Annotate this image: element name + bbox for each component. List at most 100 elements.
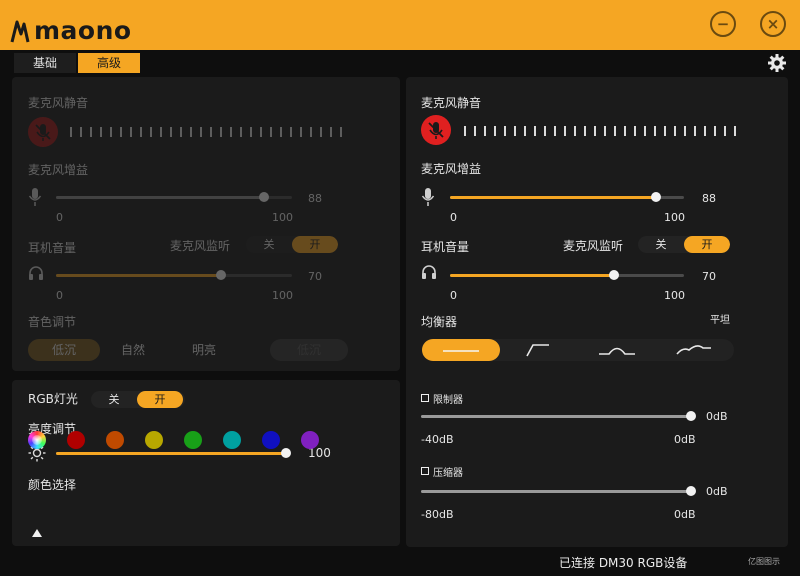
mic-monitor-toggle[interactable]: 关 开 bbox=[246, 236, 338, 253]
tone-adjust-label: 音色调节 bbox=[28, 315, 77, 329]
meter-tick bbox=[170, 127, 172, 137]
mic-mute-label: 麦克风静音 bbox=[28, 96, 89, 110]
meter-tick bbox=[664, 126, 666, 136]
close-button[interactable]: × bbox=[760, 11, 786, 37]
mic-muted-icon bbox=[428, 122, 444, 139]
compressor-value: 0dB bbox=[706, 485, 728, 498]
monitor-on[interactable]: 开 bbox=[684, 236, 730, 253]
mic-level-meter bbox=[464, 126, 736, 136]
meter-tick bbox=[474, 126, 476, 136]
meter-tick bbox=[320, 127, 322, 137]
headphone-volume-max: 100 bbox=[272, 289, 293, 302]
meter-tick bbox=[554, 126, 556, 136]
rgb-light-label: RGB灯光 bbox=[28, 392, 78, 406]
rgb-off[interactable]: 关 bbox=[91, 391, 137, 408]
maono-logo-icon bbox=[10, 20, 30, 43]
limiter-min: -40dB bbox=[421, 433, 454, 446]
watermark-text: 亿图图示 bbox=[748, 557, 780, 566]
mic-monitor-label: 麦克风监听 bbox=[170, 239, 231, 253]
tone-option-deep[interactable]: 低沉 bbox=[28, 339, 100, 361]
meter-tick bbox=[494, 126, 496, 136]
tone-selected-indicator[interactable]: 低沉 bbox=[270, 339, 348, 361]
meter-tick bbox=[100, 127, 102, 137]
selected-color-caret-icon bbox=[32, 529, 42, 537]
meter-tick bbox=[120, 127, 122, 137]
limiter-slider[interactable] bbox=[421, 411, 696, 421]
headphone-volume-slider[interactable] bbox=[450, 270, 684, 280]
monitor-off[interactable]: 关 bbox=[638, 236, 684, 253]
meter-tick bbox=[150, 127, 152, 137]
meter-tick bbox=[160, 127, 162, 137]
mic-monitor-toggle[interactable]: 关 开 bbox=[638, 236, 730, 253]
color-swatch[interactable] bbox=[106, 431, 124, 449]
mic-mute-button[interactable] bbox=[28, 117, 58, 147]
eq-preset-high-pass[interactable] bbox=[500, 339, 578, 361]
mic-mute-button[interactable] bbox=[421, 115, 451, 145]
headphone-volume-label: 耳机音量 bbox=[28, 241, 77, 255]
monitor-on[interactable]: 开 bbox=[292, 236, 338, 253]
meter-tick bbox=[70, 127, 72, 137]
limiter-checkbox[interactable] bbox=[421, 394, 429, 402]
meter-tick bbox=[340, 127, 342, 137]
settings-gear-icon[interactable] bbox=[767, 53, 787, 73]
meter-tick bbox=[694, 126, 696, 136]
meter-tick bbox=[140, 127, 142, 137]
meter-tick bbox=[634, 126, 636, 136]
microphone-icon bbox=[421, 188, 435, 206]
meter-tick bbox=[210, 127, 212, 137]
mode-tabs: 基础 高级 bbox=[14, 53, 140, 73]
limiter-max: 0dB bbox=[674, 433, 696, 446]
headphone-volume-min: 0 bbox=[450, 289, 457, 302]
mic-gain-max: 100 bbox=[664, 211, 685, 224]
compressor-label: 压缩器 bbox=[433, 468, 463, 479]
mic-level-meter bbox=[70, 127, 342, 137]
minimize-button[interactable]: − bbox=[710, 11, 736, 37]
mic-gain-label: 麦克风增益 bbox=[28, 163, 89, 177]
tone-option-natural[interactable]: 自然 bbox=[104, 339, 162, 361]
equalizer-presets bbox=[422, 339, 734, 361]
compressor-checkbox[interactable] bbox=[421, 467, 429, 475]
brightness-slider[interactable] bbox=[56, 448, 291, 458]
color-swatch[interactable] bbox=[223, 431, 241, 449]
tone-option-bright[interactable]: 明亮 bbox=[174, 339, 234, 361]
color-swatch[interactable] bbox=[301, 431, 319, 449]
meter-tick bbox=[574, 126, 576, 136]
meter-tick bbox=[624, 126, 626, 136]
mic-gain-min: 0 bbox=[56, 211, 63, 224]
equalizer-preset-name: 平坦 bbox=[710, 315, 730, 326]
limiter-value: 0dB bbox=[706, 410, 728, 423]
eq-preset-flat[interactable] bbox=[422, 339, 500, 361]
meter-tick bbox=[200, 127, 202, 137]
rgb-toggle[interactable]: 关 开 bbox=[91, 391, 185, 408]
tab-basic[interactable]: 基础 bbox=[14, 53, 76, 73]
color-swatch[interactable] bbox=[184, 431, 202, 449]
meter-tick bbox=[654, 126, 656, 136]
mic-gain-value: 88 bbox=[308, 192, 322, 205]
mic-monitor-label: 麦克风监听 bbox=[563, 239, 624, 253]
microphone-icon bbox=[28, 188, 42, 206]
meter-tick bbox=[280, 127, 282, 137]
mic-gain-value: 88 bbox=[702, 192, 716, 205]
tab-advanced[interactable]: 高级 bbox=[78, 53, 140, 73]
headphones-icon bbox=[422, 265, 436, 279]
color-swatch[interactable] bbox=[145, 431, 163, 449]
meter-tick bbox=[584, 126, 586, 136]
eq-preset-presence[interactable] bbox=[656, 339, 734, 361]
color-swatch[interactable] bbox=[67, 431, 85, 449]
eq-midboost-curve-icon bbox=[599, 347, 635, 355]
right-mic-panel: 麦克风静音 麦克风增益 88 0 100 耳机音量 麦克风监听 关 开 70 0… bbox=[406, 77, 788, 547]
meter-tick bbox=[734, 126, 736, 136]
headphone-volume-slider[interactable] bbox=[56, 270, 292, 280]
meter-tick bbox=[684, 126, 686, 136]
meter-tick bbox=[290, 127, 292, 137]
compressor-slider[interactable] bbox=[421, 486, 696, 496]
rgb-on[interactable]: 开 bbox=[137, 391, 183, 408]
mic-gain-max: 100 bbox=[272, 211, 293, 224]
monitor-off[interactable]: 关 bbox=[246, 236, 292, 253]
eq-preset-mid-boost[interactable] bbox=[578, 339, 656, 361]
mic-gain-slider[interactable] bbox=[56, 192, 292, 202]
mic-mute-label: 麦克风静音 bbox=[421, 96, 482, 110]
mic-gain-slider[interactable] bbox=[450, 192, 684, 202]
color-wheel-swatch[interactable] bbox=[28, 431, 46, 449]
color-swatch[interactable] bbox=[262, 431, 280, 449]
